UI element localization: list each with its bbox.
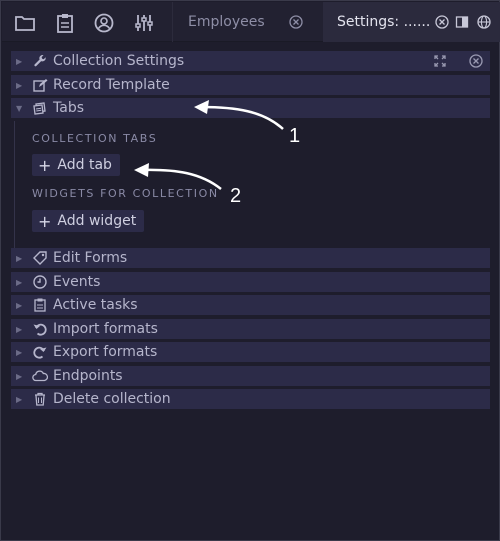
annotation-arrowhead-1 <box>194 100 209 114</box>
app-window: Employees Settings: ...... ▶ Collection … <box>0 0 500 541</box>
annotation-arrow-2 <box>140 168 222 190</box>
annotation-arrow-1 <box>200 105 284 130</box>
annotation-number-1: 1 <box>289 125 301 147</box>
annotation-arrows <box>134 100 284 190</box>
annotation-number-2: 2 <box>230 185 242 207</box>
annotation-arrowhead-2 <box>134 163 149 177</box>
